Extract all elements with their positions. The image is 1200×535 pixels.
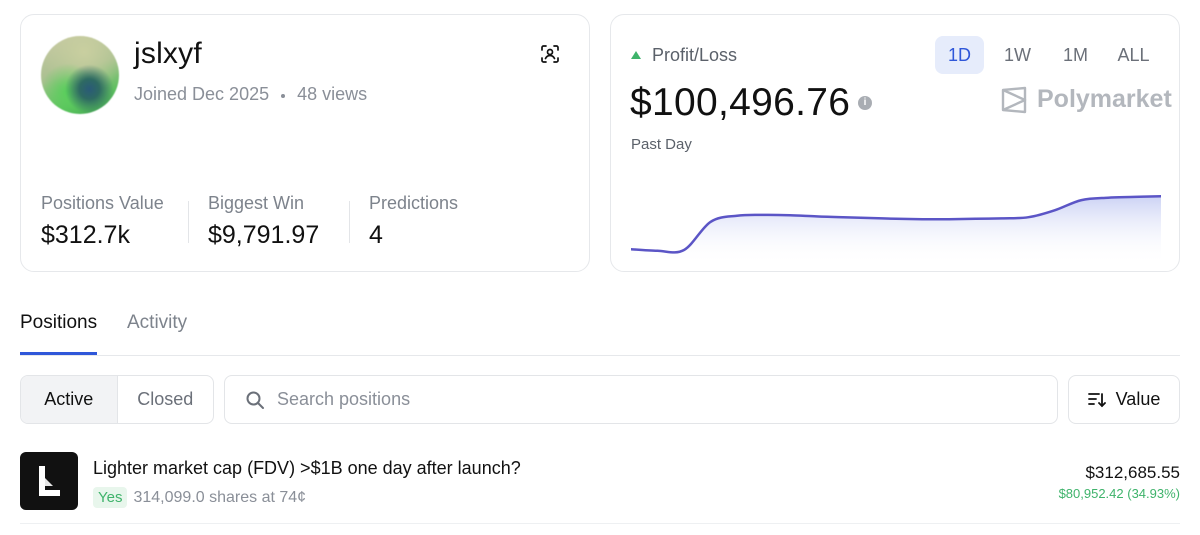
position-row[interactable]: Lighter market cap (FDV) >$1B one day af…	[20, 452, 1180, 524]
position-status-toggle: Active Closed	[20, 375, 214, 424]
polymarket-logo-icon	[1001, 86, 1027, 113]
stat-label: Biggest Win	[208, 193, 305, 213]
position-pnl: $80,952.42 (34.93%)	[1058, 486, 1180, 501]
scan-icon	[541, 45, 559, 63]
sort-value-button[interactable]: Value	[1068, 375, 1180, 424]
scan-qr-button[interactable]	[537, 41, 563, 67]
range-all[interactable]: ALL	[1109, 36, 1158, 74]
shares-info: 314,099.0 shares at 74¢	[133, 488, 307, 506]
search-input[interactable]	[277, 389, 977, 410]
chart-area-fill	[631, 196, 1161, 265]
profit-loss-card: Profit/Loss $100,496.76 i Past Day 1D 1W…	[610, 14, 1180, 272]
profile-card: jslxyf Joined Dec 2025 48 views Position…	[20, 14, 590, 272]
profile-meta: Joined Dec 2025 48 views	[134, 84, 367, 105]
range-1w[interactable]: 1W	[993, 36, 1042, 74]
stat-positions-value: Positions Value $312.7k	[21, 193, 188, 250]
pnl-amount: $100,496.76 i	[630, 81, 873, 125]
view-count: 48 views	[297, 84, 368, 104]
position-details: Yes 314,099.0 shares at 74¢	[93, 487, 306, 508]
stat-label: Predictions	[369, 193, 459, 213]
pnl-label: Profit/Loss	[652, 45, 738, 65]
joined-date: Joined Dec 2025	[134, 84, 270, 104]
trend-up-icon	[631, 50, 641, 59]
username: jslxyf	[134, 37, 202, 70]
stat-value: 4	[369, 221, 383, 249]
lighter-logo-icon	[39, 466, 60, 496]
outcome-badge: Yes	[93, 487, 128, 508]
pnl-header: Profit/Loss	[631, 45, 737, 66]
position-value: $312,685.55	[1085, 463, 1180, 482]
polymarket-brand: Polymarket	[1001, 85, 1172, 114]
market-logo	[20, 452, 78, 510]
period-label: Past Day	[631, 136, 692, 153]
sort-label: Value	[1115, 389, 1161, 409]
info-icon[interactable]: i	[858, 96, 873, 110]
brand-name: Polymarket	[1037, 85, 1172, 113]
profile-stats: Positions Value $312.7k Biggest Win $9,7…	[21, 193, 589, 250]
time-range-selector: 1D 1W 1M ALL	[935, 36, 1167, 74]
range-1m[interactable]: 1M	[1051, 36, 1100, 74]
separator-dot	[281, 93, 286, 98]
stat-biggest-win: Biggest Win $9,791.97	[188, 193, 349, 250]
active-filter-button[interactable]: Active	[21, 376, 118, 423]
stat-label: Positions Value	[41, 193, 164, 213]
tab-activity[interactable]: Activity	[127, 312, 187, 352]
pnl-value: $100,496.76	[630, 81, 851, 124]
avatar[interactable]	[41, 36, 119, 114]
tab-positions[interactable]: Positions	[20, 312, 98, 355]
market-title[interactable]: Lighter market cap (FDV) >$1B one day af…	[93, 458, 521, 479]
stat-value: $9,791.97	[208, 221, 320, 249]
stat-value: $312.7k	[41, 221, 130, 249]
range-1d[interactable]: 1D	[935, 36, 984, 74]
stat-predictions: Predictions 4	[349, 193, 509, 250]
search-box	[224, 375, 1058, 424]
profile-tabs: Positions Activity	[20, 300, 1180, 356]
pnl-chart	[631, 194, 1161, 265]
closed-filter-button[interactable]: Closed	[118, 376, 214, 423]
search-icon	[246, 391, 264, 409]
sort-icon	[1087, 392, 1106, 407]
